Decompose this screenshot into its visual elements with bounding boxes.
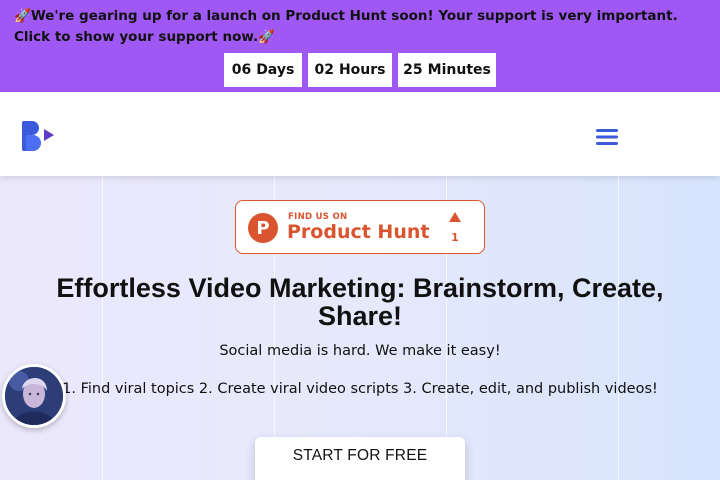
brand-logo-icon[interactable]	[20, 120, 56, 152]
announcement-banner[interactable]: 🚀We're gearing up for a launch on Produc…	[0, 0, 720, 92]
top-navbar	[0, 92, 720, 176]
launch-countdown: 06 Days 02 Hours 25 Minutes	[0, 53, 720, 87]
hero-section: P FIND US ON Product Hunt 1 Effortless V…	[0, 176, 720, 480]
hamburger-menu-icon[interactable]	[594, 126, 620, 148]
upvote-count: 1	[451, 231, 459, 244]
countdown-hours-unit: Hours	[338, 62, 386, 78]
countdown-hours-value: 02	[314, 62, 334, 78]
hero-steps: 1. Find viral topics 2. Create viral vid…	[62, 381, 658, 397]
countdown-minutes-value: 25	[403, 62, 423, 78]
countdown-minutes-unit: Minutes	[427, 62, 491, 78]
hero-subtitle: Social media is hard. We make it easy!	[219, 343, 501, 359]
countdown-hours: 02 Hours	[308, 53, 392, 87]
start-for-free-button[interactable]: START FOR FREE	[255, 437, 465, 480]
countdown-days-unit: Days	[256, 62, 295, 78]
assistant-avatar[interactable]	[2, 364, 66, 428]
hero-headline: Effortless Video Marketing: Brainstorm, …	[56, 273, 664, 331]
upvote-arrow-icon	[449, 212, 461, 222]
banner-message-text: We're gearing up for a launch on Product…	[14, 8, 678, 45]
product-hunt-badge[interactable]: P FIND US ON Product Hunt 1	[235, 200, 485, 254]
avatar-portrait-icon	[5, 367, 63, 425]
rocket-icon: 🚀	[14, 8, 31, 24]
countdown-minutes: 25 Minutes	[398, 53, 496, 87]
countdown-days: 06 Days	[224, 53, 302, 87]
countdown-days-value: 06	[231, 62, 252, 78]
product-hunt-title: Product Hunt	[287, 221, 430, 243]
banner-message[interactable]: 🚀We're gearing up for a launch on Produc…	[14, 6, 704, 48]
product-hunt-logo-icon: P	[248, 213, 278, 243]
rocket-icon: 🚀	[258, 29, 275, 45]
